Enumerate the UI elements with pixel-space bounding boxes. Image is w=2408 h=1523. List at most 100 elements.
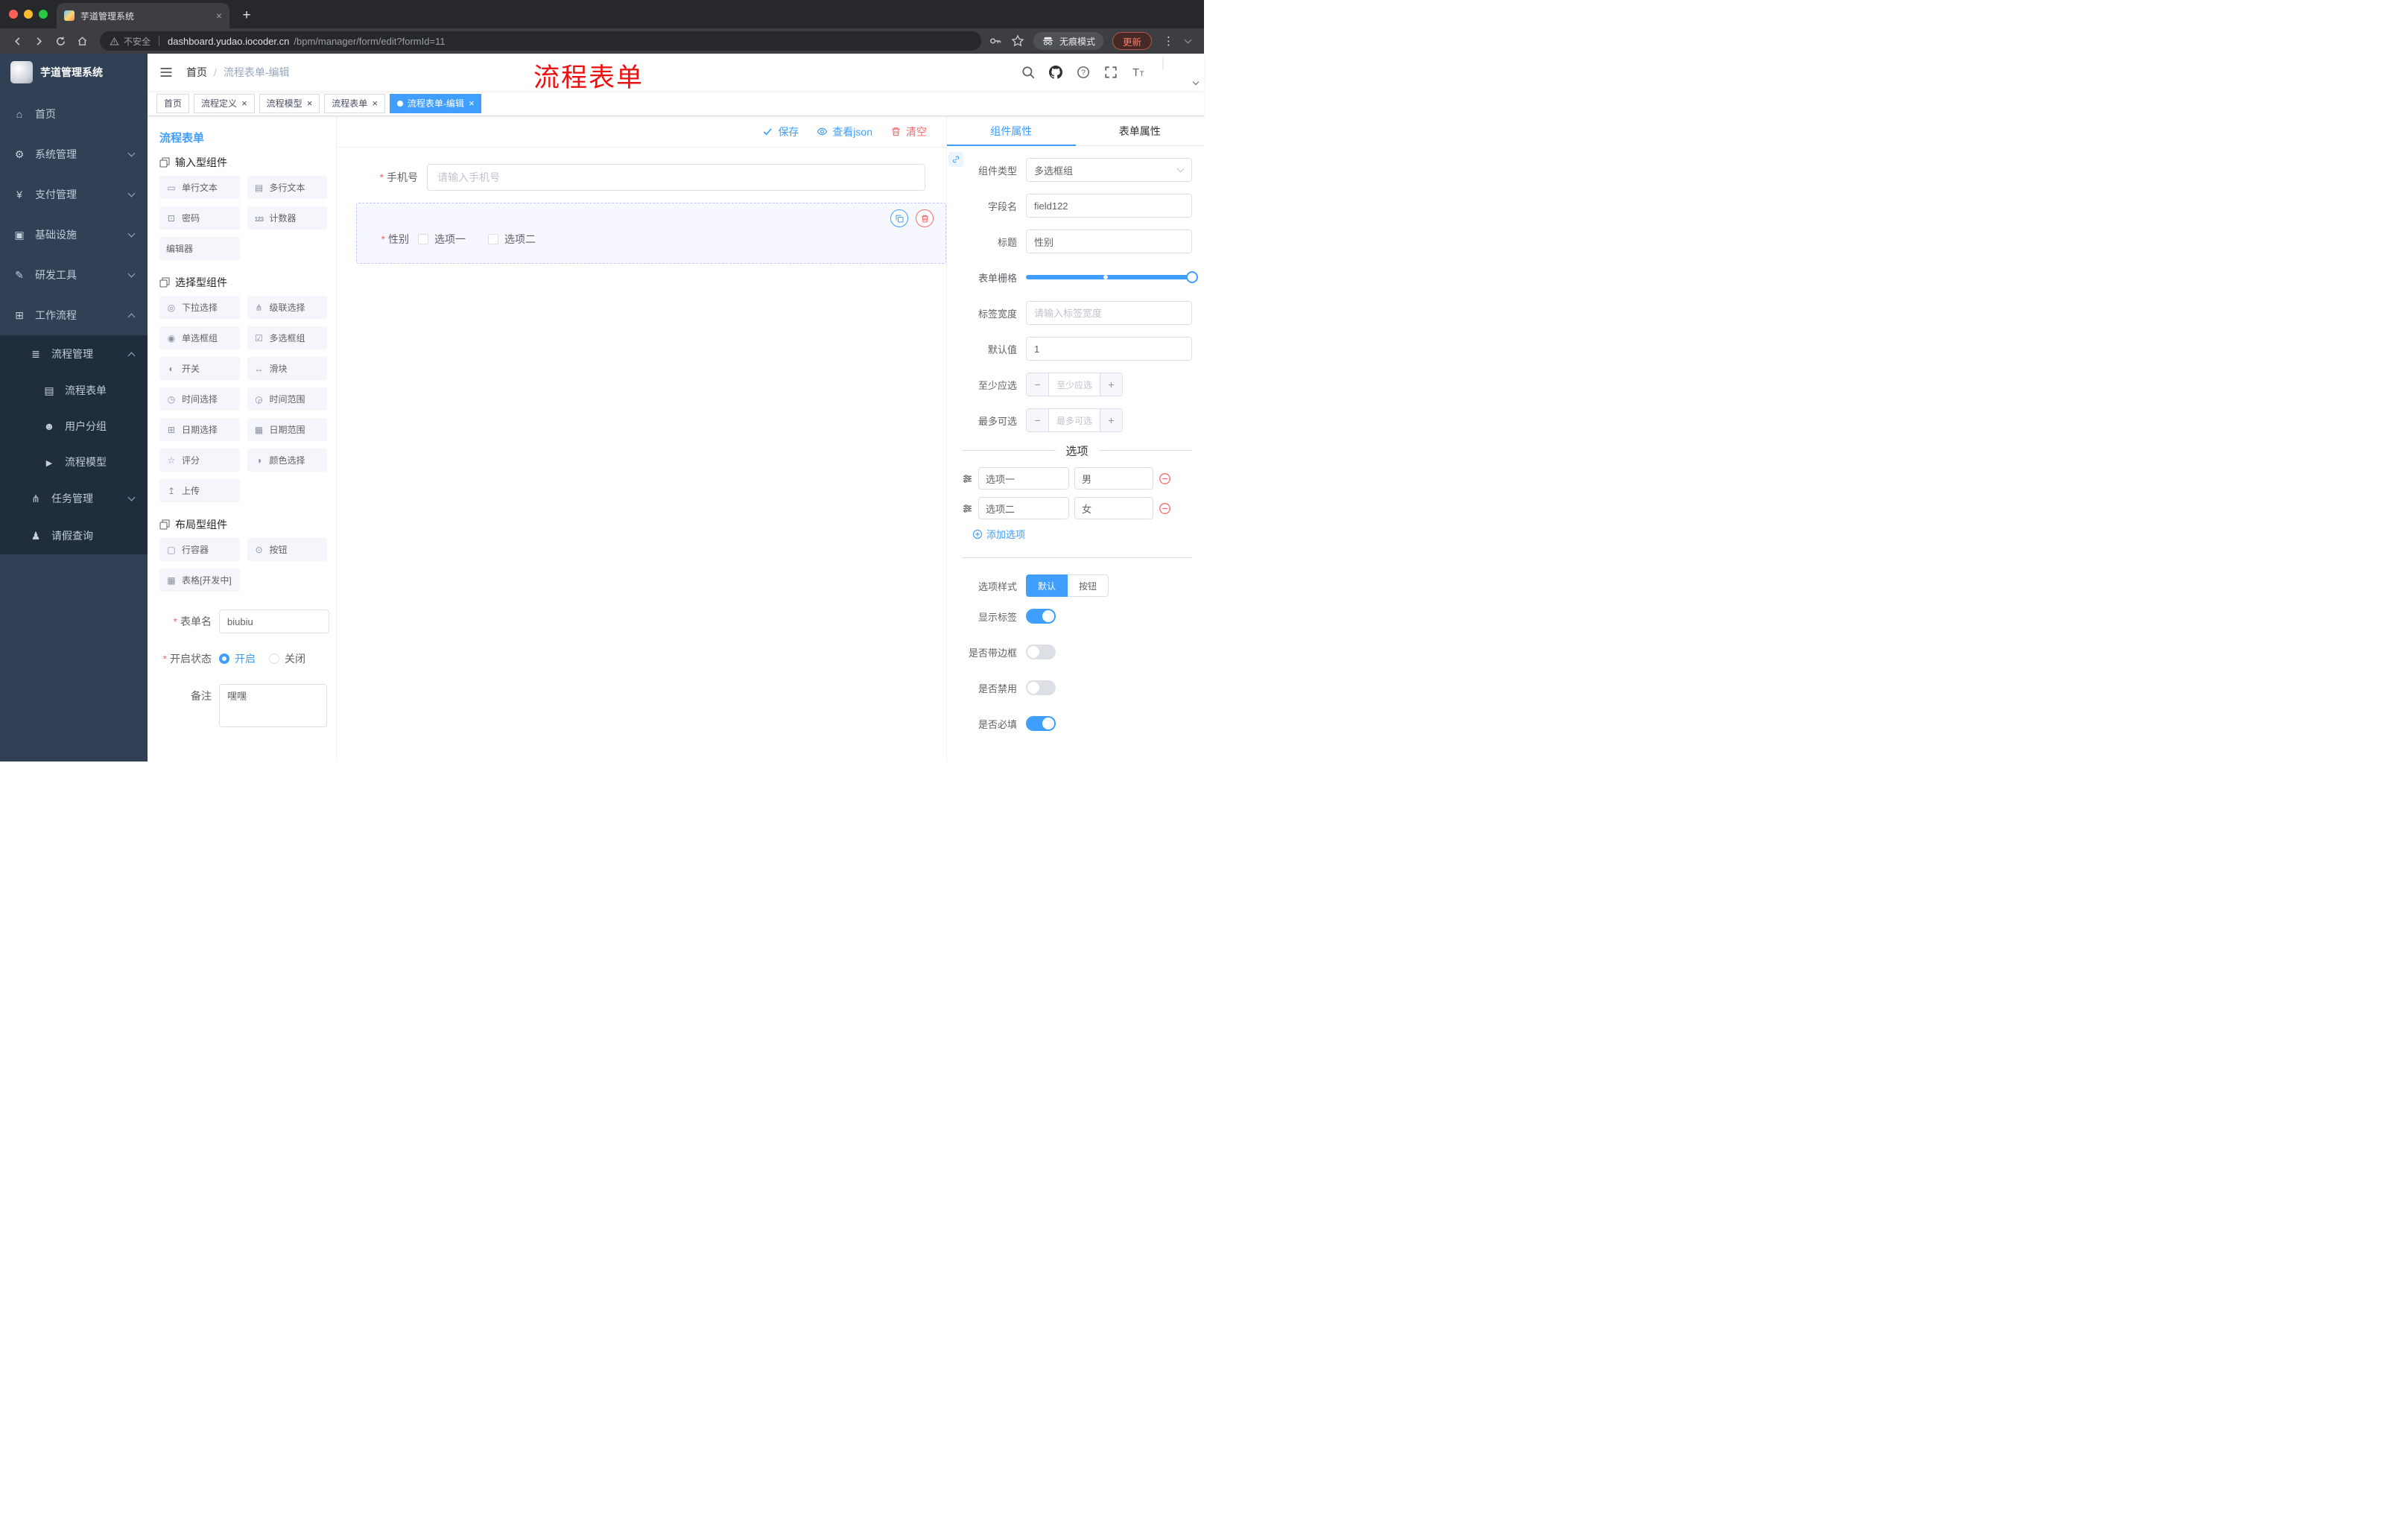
component-item-color-picker[interactable]: 颜色选择 [247, 449, 327, 472]
home-button[interactable] [72, 31, 92, 51]
option-label-input[interactable] [978, 497, 1069, 519]
update-button[interactable]: 更新 [1112, 32, 1152, 50]
view-json-button[interactable]: 查看json [817, 124, 872, 139]
phone-input[interactable] [427, 164, 925, 191]
component-item-table[interactable]: 表格[开发中] [159, 569, 240, 592]
tag-process-definition[interactable]: 流程定义 [194, 93, 255, 113]
add-option-button[interactable]: 添加选项 [972, 527, 1192, 541]
reload-button[interactable] [51, 31, 71, 51]
option-value-input[interactable] [1074, 467, 1153, 490]
help-button[interactable]: ? [1077, 66, 1090, 79]
password-key-button[interactable] [989, 34, 1002, 48]
field-phone[interactable]: 手机号 [356, 164, 946, 191]
font-size-button[interactable]: TT [1132, 66, 1145, 79]
sidebar-item-system[interactable]: 系统管理 [0, 134, 148, 174]
address-bar[interactable]: 不安全 dashboard.yudao.iocoder.cn /bpm/mana… [100, 31, 981, 51]
forward-button[interactable] [29, 31, 49, 51]
field-gender-selected[interactable]: 性别 选项一 选项二 [356, 203, 946, 264]
hamburger-button[interactable] [159, 66, 173, 79]
increase-button[interactable] [1100, 373, 1122, 396]
option-value-input[interactable] [1074, 497, 1153, 519]
breadcrumb-home[interactable]: 首页 [186, 65, 207, 80]
browser-tab[interactable]: 芋道管理系统 [57, 3, 229, 28]
component-item-time-picker[interactable]: 时间选择 [159, 387, 240, 411]
sidebar-logo[interactable]: 芋道管理系统 [0, 54, 148, 91]
sidebar-item-process-management[interactable]: 流程管理 [0, 335, 148, 373]
component-item-upload[interactable]: 上传 [159, 479, 240, 502]
sidebar-item-process-form[interactable]: 流程表单 [0, 373, 148, 408]
decrease-button[interactable] [1027, 373, 1049, 396]
radio-open[interactable]: 开启 [219, 651, 256, 666]
chevron-down-icon[interactable] [1184, 36, 1192, 44]
sidebar-item-infrastructure[interactable]: 基础设施 [0, 215, 148, 255]
bookmark-star-button[interactable] [1011, 34, 1024, 48]
option-label-input[interactable] [978, 467, 1069, 490]
drag-handle-icon[interactable] [962, 473, 973, 484]
fullscreen-button[interactable] [1104, 66, 1118, 79]
form-grid-slider[interactable] [1026, 265, 1198, 289]
component-item-textarea[interactable]: 多行文本 [247, 176, 327, 199]
component-item-switch[interactable]: 开关 [159, 357, 240, 380]
drag-handle-icon[interactable] [962, 503, 973, 514]
component-item-editor[interactable]: 编辑器 [159, 237, 240, 260]
search-button[interactable] [1021, 66, 1035, 79]
github-button[interactable] [1049, 66, 1062, 79]
increase-button[interactable] [1100, 409, 1122, 431]
save-button[interactable]: 保存 [762, 124, 799, 139]
close-icon[interactable] [469, 98, 475, 108]
component-item-slider[interactable]: 滑块 [247, 357, 327, 380]
delete-field-button[interactable] [916, 209, 934, 227]
user-avatar[interactable] [1162, 57, 1200, 87]
tag-process-form[interactable]: 流程表单 [324, 93, 385, 113]
component-item-password[interactable]: 密码 [159, 206, 240, 229]
link-button[interactable] [948, 152, 963, 167]
back-button[interactable] [7, 31, 28, 51]
tab-form-props[interactable]: 表单属性 [1076, 116, 1205, 145]
tag-process-form-edit[interactable]: 流程表单-编辑 [389, 93, 482, 113]
min-select-placeholder[interactable]: 至少应选 [1049, 373, 1100, 396]
decrease-button[interactable] [1027, 409, 1049, 431]
sidebar-item-process-model[interactable]: 流程模型 [0, 444, 148, 480]
sidebar-item-user-group[interactable]: 用户分组 [0, 408, 148, 444]
max-select-placeholder[interactable]: 最多可选 [1049, 409, 1100, 431]
component-item-radio-group[interactable]: 单选框组 [159, 326, 240, 349]
component-item-button[interactable]: 按钮 [247, 538, 327, 561]
traffic-light-close[interactable] [9, 10, 18, 19]
component-item-select[interactable]: 下拉选择 [159, 296, 240, 319]
sidebar-item-leave-query[interactable]: 请假查询 [0, 517, 148, 554]
close-icon[interactable] [307, 98, 313, 108]
required-toggle[interactable] [1026, 716, 1056, 731]
radio-closed[interactable]: 关闭 [269, 651, 305, 666]
component-item-cascader[interactable]: 级联选择 [247, 296, 327, 319]
new-tab-button[interactable] [237, 6, 256, 25]
sidebar-item-workflow[interactable]: 工作流程 [0, 295, 148, 335]
remove-option-button[interactable] [1159, 502, 1171, 515]
close-icon[interactable] [241, 98, 247, 108]
component-item-time-range[interactable]: 时间范围 [247, 387, 327, 411]
tab-close-icon[interactable] [216, 10, 222, 21]
slider-handle[interactable] [1186, 271, 1198, 283]
border-toggle[interactable] [1026, 645, 1056, 659]
checkbox-option-1[interactable]: 选项一 [418, 232, 466, 247]
traffic-light-minimize[interactable] [24, 10, 33, 19]
copy-field-button[interactable] [890, 209, 908, 227]
component-item-date-picker[interactable]: 日期选择 [159, 418, 240, 441]
clear-button[interactable]: 清空 [890, 124, 927, 139]
label-width-input[interactable] [1026, 301, 1192, 325]
title-input[interactable] [1026, 229, 1192, 253]
disabled-toggle[interactable] [1026, 680, 1056, 695]
component-item-single-text[interactable]: 单行文本 [159, 176, 240, 199]
style-button-button[interactable]: 按钮 [1068, 574, 1109, 597]
component-item-counter[interactable]: 计数器 [247, 206, 327, 229]
component-item-row-container[interactable]: 行容器 [159, 538, 240, 561]
traffic-light-maximize[interactable] [39, 10, 48, 19]
sidebar-item-task-management[interactable]: 任务管理 [0, 480, 148, 517]
tag-process-model[interactable]: 流程模型 [259, 93, 320, 113]
form-remark-textarea[interactable]: 嘿嘿 [219, 684, 327, 727]
component-item-date-range[interactable]: 日期范围 [247, 418, 327, 441]
sidebar-item-devtools[interactable]: 研发工具 [0, 255, 148, 295]
default-value-input[interactable] [1026, 337, 1192, 361]
component-item-rate[interactable]: 评分 [159, 449, 240, 472]
component-type-select[interactable]: 多选框组 [1026, 158, 1192, 182]
tab-component-props[interactable]: 组件属性 [947, 116, 1076, 146]
